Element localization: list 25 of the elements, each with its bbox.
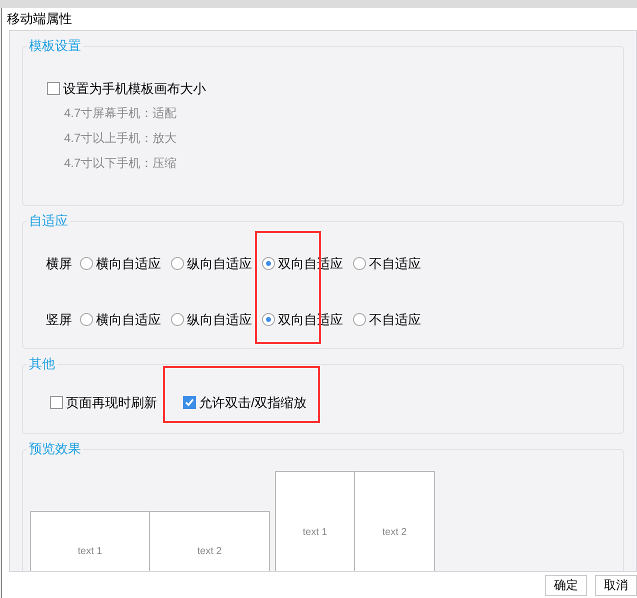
window-title: 移动端属性: [7, 10, 72, 28]
checkbox[interactable]: 设置为手机模板画布大小: [47, 79, 623, 98]
landscape-preview-cell: text 2: [150, 511, 270, 571]
group-title: 自适应: [27, 213, 70, 229]
checkbox[interactable]: 允许双击/双指缩放: [183, 393, 307, 412]
radio-button[interactable]: 横向自适应: [80, 254, 171, 274]
note-text: 4.7寸以下手机：压缩: [64, 154, 178, 172]
radio-button[interactable]: 不自适应: [353, 254, 444, 274]
radio-button[interactable]: 纵向自适应: [171, 254, 262, 274]
dialog-button[interactable]: 确定: [545, 574, 587, 596]
orientation-label: 竖屏: [46, 310, 73, 328]
group-title: 其他: [27, 356, 57, 372]
radio-button[interactable]: 纵向自适应: [171, 310, 262, 329]
note-text: 4.7寸屏幕手机：适配: [64, 104, 178, 122]
dialog-button[interactable]: 取消: [595, 574, 637, 596]
portrait-preview-cell: text 1: [275, 471, 355, 571]
radio-button[interactable]: 横向自适应: [80, 310, 171, 329]
checkbox[interactable]: 页面再现时刷新: [50, 393, 157, 412]
landscape-preview-cell: text 1: [30, 511, 150, 571]
portrait-preview-cell: text 2: [355, 471, 435, 571]
orientation-label: 横屏: [46, 255, 73, 273]
group-title: 预览效果: [27, 441, 83, 457]
note-text: 4.7寸以上手机：放大: [64, 130, 178, 146]
group-title: 模板设置: [27, 38, 83, 54]
radio-button[interactable]: 不自适应: [353, 310, 444, 329]
